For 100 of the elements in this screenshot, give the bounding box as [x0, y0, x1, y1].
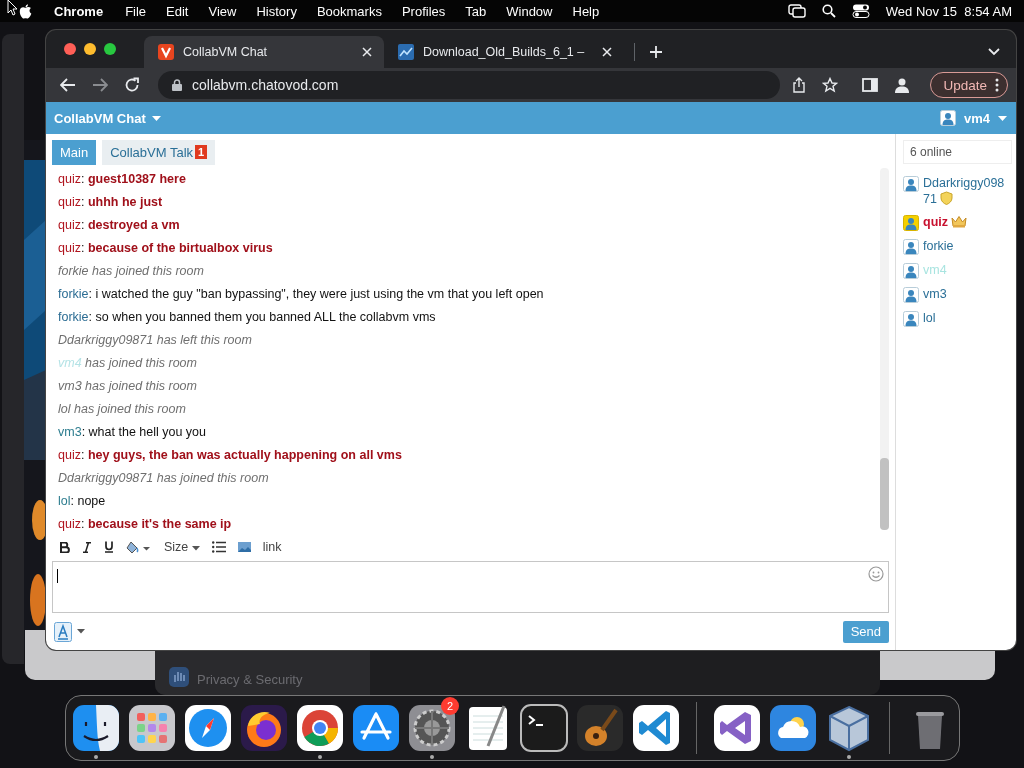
menu-item[interactable]: Tab [455, 3, 497, 19]
browser-tab[interactable]: Download_Old_Builds_6_1 – [384, 36, 624, 68]
chevron-down-icon[interactable] [988, 48, 1000, 56]
menu-item[interactable]: File [115, 3, 157, 19]
side-panel-icon[interactable] [862, 78, 878, 92]
hand-icon [169, 667, 189, 687]
user-list-item[interactable]: lol [903, 311, 1012, 327]
share-icon[interactable] [792, 77, 806, 93]
forward-icon[interactable] [92, 78, 108, 92]
menu-item[interactable]: History [246, 3, 307, 19]
chat-message: lol: nope [58, 493, 106, 510]
room-tab[interactable]: CollabVM Talk 1 [102, 139, 216, 165]
chat-message: quiz: uhhh he just [58, 194, 163, 211]
image-icon[interactable] [237, 542, 251, 552]
chat-message: forkie: so when you banned them you banned ALL the collabvm vms [58, 309, 436, 326]
caret-icon [998, 115, 1007, 121]
address-bar[interactable]: collabvm.chatovod.com [158, 71, 780, 99]
new-tab-icon[interactable] [649, 45, 663, 59]
list-icon[interactable] [211, 541, 226, 553]
user-list-item[interactable]: quiz [903, 215, 1012, 231]
lock-icon [172, 79, 182, 91]
reload-icon[interactable] [124, 77, 140, 93]
profile-icon[interactable] [894, 77, 910, 93]
cloud-icon[interactable] [769, 704, 817, 752]
maximize-icon[interactable] [104, 43, 116, 55]
shield-icon [939, 191, 953, 205]
system-message: vm3 has joined this room [58, 378, 197, 395]
menu-item[interactable]: Edit [156, 3, 199, 19]
font-size-dropdown[interactable]: Size [164, 540, 200, 554]
bold-icon[interactable] [60, 541, 70, 553]
menu-item[interactable]: View [198, 3, 247, 19]
user-list-item[interactable]: Ddarkriggy09871 [903, 176, 1012, 207]
user-name: vm3 [923, 287, 948, 302]
chat-message: quiz: destroyed a vm [58, 217, 180, 234]
system-message: Ddarkriggy09871 has left this room [58, 332, 252, 349]
user-name: vm4 [923, 263, 948, 278]
toggles-icon[interactable] [851, 4, 870, 18]
menu-item[interactable]: Bookmarks [306, 3, 392, 19]
guitar-icon[interactable] [576, 704, 624, 752]
close-icon[interactable] [602, 47, 612, 57]
menu-item[interactable]: Chrome [32, 3, 116, 19]
search-icon[interactable] [821, 4, 836, 18]
smiley-icon[interactable] [868, 566, 884, 582]
user-name: quiz [923, 215, 1011, 230]
app-grid-icon[interactable] [128, 704, 176, 752]
chat-message: quiz: because of the birtualbox virus [58, 240, 273, 257]
chat-message: forkie: i watched the guy "ban bypassing", they were just using the vm that you left open [58, 286, 544, 303]
user-name: Ddarkriggy09871 [923, 176, 1006, 207]
text-color-icon[interactable] [54, 621, 72, 642]
compass-icon[interactable] [184, 704, 232, 752]
chat-message: vm3: what the hell you you [58, 424, 207, 441]
system-message: Ddarkriggy09871 has joined this room [58, 470, 269, 487]
menu-item[interactable]: Profiles [391, 3, 456, 19]
chat-message: quiz: hey guys, the ban was actually happening on all vms [58, 447, 402, 464]
message-input[interactable] [52, 561, 889, 613]
more-icon[interactable] [995, 78, 999, 92]
face-icon[interactable] [72, 704, 120, 752]
close-icon[interactable] [362, 47, 372, 57]
user-name: lol [923, 311, 937, 326]
v-logo-icon [158, 44, 174, 60]
notification-badge: 2 [441, 697, 459, 715]
update-button[interactable]: Update [930, 72, 1008, 98]
chat-message: quiz: guest10387 here [58, 171, 186, 188]
user-avatar-icon [939, 110, 956, 126]
online-count: 6 online [903, 140, 1012, 164]
paint-bucket-icon[interactable] [126, 540, 152, 554]
link-button[interactable]: link [262, 540, 282, 554]
menu-item[interactable]: Help [562, 3, 610, 19]
system-message: forkie has joined this room [58, 263, 204, 280]
back-icon[interactable] [60, 78, 76, 92]
crown-icon [951, 215, 967, 228]
terminal-icon[interactable] [520, 704, 568, 752]
gear-icon[interactable] [408, 704, 456, 752]
windows-icon[interactable] [787, 4, 806, 18]
italic-icon[interactable] [82, 541, 92, 553]
fox-globe-icon[interactable] [240, 704, 288, 752]
ribbon-icon[interactable] [632, 704, 680, 752]
apple-logo-icon[interactable] [19, 3, 32, 19]
scrollbar-track[interactable] [880, 168, 889, 530]
user-list-item[interactable]: forkie [903, 239, 1012, 255]
star-icon[interactable] [822, 77, 838, 93]
caret-icon[interactable] [191, 546, 200, 551]
chat-message: quiz: because it's the same ip [58, 516, 232, 533]
a-glyph-icon[interactable] [352, 704, 400, 752]
scrollbar-thumb[interactable] [880, 458, 889, 530]
infinity-icon[interactable] [713, 704, 761, 752]
system-message: vm4 has joined this room [58, 355, 197, 372]
clock[interactable]: Wed Nov 15 8:54 AM [885, 3, 1012, 19]
unread-count: 1 [195, 145, 208, 159]
menu-item[interactable]: Window [496, 3, 563, 19]
minimize-icon[interactable] [84, 43, 96, 55]
chart-logo-icon [398, 44, 414, 60]
system-message: lol has joined this room [58, 401, 186, 418]
close-icon[interactable] [64, 43, 76, 55]
browser-logo-icon[interactable] [296, 704, 344, 752]
browser-tab[interactable]: CollabVM Chat [144, 36, 384, 68]
underline-icon[interactable] [104, 541, 114, 553]
user-list-item[interactable]: vm3 [903, 287, 1012, 303]
user-name: forkie [923, 239, 955, 254]
caret-icon[interactable] [77, 629, 85, 634]
